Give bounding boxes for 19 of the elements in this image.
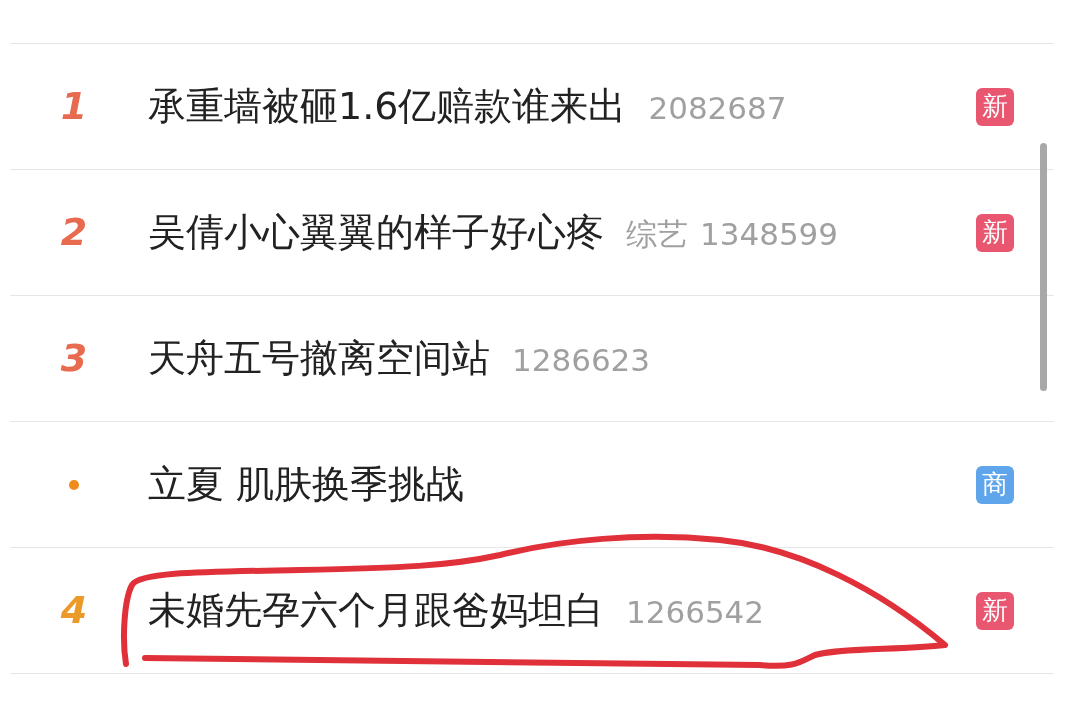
rank-number: 4 (60, 587, 88, 634)
rank-number: 2 (60, 209, 88, 256)
topic-badge: 新 (976, 87, 1014, 126)
heat-count: 1266542 (626, 593, 765, 632)
topic-title[interactable]: 承重墙被砸1.6亿赔款谁来出 (148, 78, 627, 135)
topic-title[interactable]: 未婚先孕六个月跟爸妈坦白 (148, 582, 604, 639)
rank-number: 3 (60, 335, 88, 382)
topic-title[interactable]: 立夏 肌肤换季挑战 (148, 456, 465, 513)
topic-badge: 新 (976, 213, 1014, 252)
topic-badge: 新 (976, 591, 1014, 630)
heat-count: 1348599 (700, 215, 839, 254)
scrollbar[interactable] (1040, 143, 1047, 391)
heat-count: 2082687 (648, 89, 787, 128)
rank-number: 1 (60, 83, 88, 130)
heat-count: 1286623 (512, 341, 651, 380)
topic-title[interactable]: 天舟五号撤离空间站 (148, 330, 490, 387)
topic-category: 综艺 (626, 215, 688, 254)
topic-badge: 商 (976, 465, 1014, 504)
topic-title[interactable]: 吴倩小心翼翼的样子好心疼 (148, 204, 604, 261)
